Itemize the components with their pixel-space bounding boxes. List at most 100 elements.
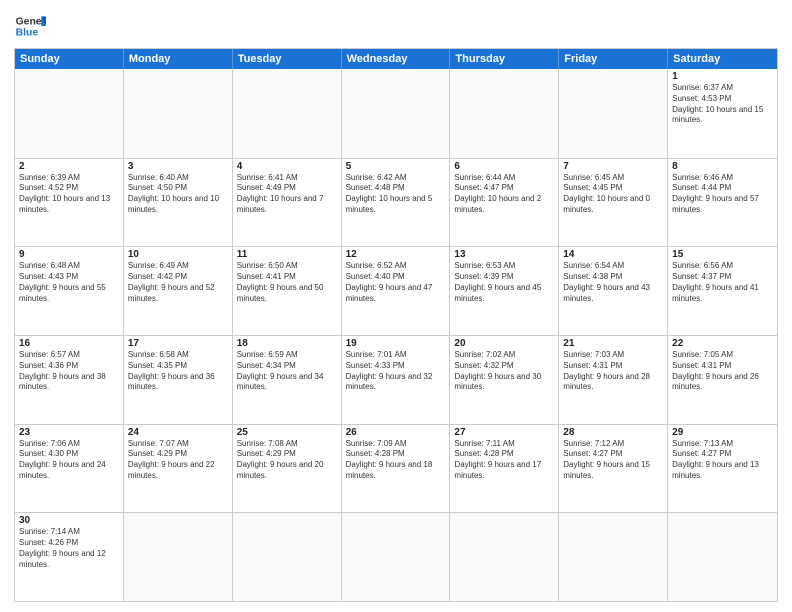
day-number: 14 [563, 249, 663, 260]
calendar-cell: 27Sunrise: 7:11 AMSunset: 4:28 PMDayligh… [450, 425, 559, 513]
calendar-cell: 14Sunrise: 6:54 AMSunset: 4:38 PMDayligh… [559, 247, 668, 335]
calendar-cell: 10Sunrise: 6:49 AMSunset: 4:42 PMDayligh… [124, 247, 233, 335]
calendar-cell: 20Sunrise: 7:02 AMSunset: 4:32 PMDayligh… [450, 336, 559, 424]
day-number: 23 [19, 427, 119, 438]
calendar-row-0: 1Sunrise: 6:37 AMSunset: 4:53 PMDaylight… [15, 69, 777, 158]
header-cell-sunday: Sunday [15, 49, 124, 69]
calendar-row-3: 16Sunrise: 6:57 AMSunset: 4:36 PMDayligh… [15, 335, 777, 424]
day-number: 13 [454, 249, 554, 260]
sun-info: Sunrise: 6:53 AMSunset: 4:39 PMDaylight:… [454, 261, 554, 304]
day-number: 10 [128, 249, 228, 260]
calendar-cell: 26Sunrise: 7:09 AMSunset: 4:28 PMDayligh… [342, 425, 451, 513]
header-cell-saturday: Saturday [668, 49, 777, 69]
calendar-cell: 28Sunrise: 7:12 AMSunset: 4:27 PMDayligh… [559, 425, 668, 513]
sun-info: Sunrise: 7:12 AMSunset: 4:27 PMDaylight:… [563, 439, 663, 482]
day-number: 17 [128, 338, 228, 349]
logo: General Blue [14, 10, 46, 42]
calendar-row-1: 2Sunrise: 6:39 AMSunset: 4:52 PMDaylight… [15, 158, 777, 247]
calendar-cell: 15Sunrise: 6:56 AMSunset: 4:37 PMDayligh… [668, 247, 777, 335]
header-cell-monday: Monday [124, 49, 233, 69]
sun-info: Sunrise: 7:14 AMSunset: 4:26 PMDaylight:… [19, 527, 119, 570]
calendar-cell [668, 513, 777, 601]
calendar-row-2: 9Sunrise: 6:48 AMSunset: 4:43 PMDaylight… [15, 246, 777, 335]
calendar-header: SundayMondayTuesdayWednesdayThursdayFrid… [15, 49, 777, 69]
day-number: 28 [563, 427, 663, 438]
sun-info: Sunrise: 6:37 AMSunset: 4:53 PMDaylight:… [672, 83, 773, 126]
day-number: 5 [346, 161, 446, 172]
day-number: 16 [19, 338, 119, 349]
day-number: 12 [346, 249, 446, 260]
day-number: 9 [19, 249, 119, 260]
sun-info: Sunrise: 7:05 AMSunset: 4:31 PMDaylight:… [672, 350, 773, 393]
day-number: 3 [128, 161, 228, 172]
calendar-cell [559, 513, 668, 601]
sun-info: Sunrise: 6:41 AMSunset: 4:49 PMDaylight:… [237, 173, 337, 216]
sun-info: Sunrise: 7:06 AMSunset: 4:30 PMDaylight:… [19, 439, 119, 482]
calendar-cell: 18Sunrise: 6:59 AMSunset: 4:34 PMDayligh… [233, 336, 342, 424]
calendar-cell: 30Sunrise: 7:14 AMSunset: 4:26 PMDayligh… [15, 513, 124, 601]
calendar-cell: 29Sunrise: 7:13 AMSunset: 4:27 PMDayligh… [668, 425, 777, 513]
calendar: SundayMondayTuesdayWednesdayThursdayFrid… [14, 48, 778, 602]
sun-info: Sunrise: 7:11 AMSunset: 4:28 PMDaylight:… [454, 439, 554, 482]
calendar-cell [15, 69, 124, 158]
day-number: 7 [563, 161, 663, 172]
sun-info: Sunrise: 7:07 AMSunset: 4:29 PMDaylight:… [128, 439, 228, 482]
calendar-row-5: 30Sunrise: 7:14 AMSunset: 4:26 PMDayligh… [15, 512, 777, 601]
header-cell-friday: Friday [559, 49, 668, 69]
calendar-cell [450, 513, 559, 601]
calendar-cell [342, 513, 451, 601]
calendar-cell: 11Sunrise: 6:50 AMSunset: 4:41 PMDayligh… [233, 247, 342, 335]
day-number: 30 [19, 515, 119, 526]
day-number: 21 [563, 338, 663, 349]
calendar-cell: 4Sunrise: 6:41 AMSunset: 4:49 PMDaylight… [233, 159, 342, 247]
day-number: 25 [237, 427, 337, 438]
calendar-cell: 13Sunrise: 6:53 AMSunset: 4:39 PMDayligh… [450, 247, 559, 335]
calendar-cell: 24Sunrise: 7:07 AMSunset: 4:29 PMDayligh… [124, 425, 233, 513]
sun-info: Sunrise: 6:39 AMSunset: 4:52 PMDaylight:… [19, 173, 119, 216]
day-number: 26 [346, 427, 446, 438]
calendar-cell [233, 69, 342, 158]
calendar-row-4: 23Sunrise: 7:06 AMSunset: 4:30 PMDayligh… [15, 424, 777, 513]
calendar-cell: 19Sunrise: 7:01 AMSunset: 4:33 PMDayligh… [342, 336, 451, 424]
calendar-cell: 17Sunrise: 6:58 AMSunset: 4:35 PMDayligh… [124, 336, 233, 424]
sun-info: Sunrise: 6:59 AMSunset: 4:34 PMDaylight:… [237, 350, 337, 393]
calendar-cell: 22Sunrise: 7:05 AMSunset: 4:31 PMDayligh… [668, 336, 777, 424]
day-number: 20 [454, 338, 554, 349]
calendar-cell [233, 513, 342, 601]
calendar-cell: 12Sunrise: 6:52 AMSunset: 4:40 PMDayligh… [342, 247, 451, 335]
header-cell-tuesday: Tuesday [233, 49, 342, 69]
calendar-cell: 1Sunrise: 6:37 AMSunset: 4:53 PMDaylight… [668, 69, 777, 158]
calendar-body: 1Sunrise: 6:37 AMSunset: 4:53 PMDaylight… [15, 69, 777, 601]
sun-info: Sunrise: 7:02 AMSunset: 4:32 PMDaylight:… [454, 350, 554, 393]
sun-info: Sunrise: 6:49 AMSunset: 4:42 PMDaylight:… [128, 261, 228, 304]
header: General Blue [14, 10, 778, 42]
day-number: 8 [672, 161, 773, 172]
sun-info: Sunrise: 7:01 AMSunset: 4:33 PMDaylight:… [346, 350, 446, 393]
day-number: 18 [237, 338, 337, 349]
day-number: 1 [672, 71, 773, 82]
calendar-cell: 23Sunrise: 7:06 AMSunset: 4:30 PMDayligh… [15, 425, 124, 513]
calendar-cell: 16Sunrise: 6:57 AMSunset: 4:36 PMDayligh… [15, 336, 124, 424]
sun-info: Sunrise: 6:45 AMSunset: 4:45 PMDaylight:… [563, 173, 663, 216]
day-number: 15 [672, 249, 773, 260]
calendar-cell: 25Sunrise: 7:08 AMSunset: 4:29 PMDayligh… [233, 425, 342, 513]
calendar-cell [450, 69, 559, 158]
day-number: 6 [454, 161, 554, 172]
header-cell-thursday: Thursday [450, 49, 559, 69]
day-number: 4 [237, 161, 337, 172]
calendar-cell [124, 69, 233, 158]
calendar-cell [342, 69, 451, 158]
calendar-cell: 2Sunrise: 6:39 AMSunset: 4:52 PMDaylight… [15, 159, 124, 247]
svg-text:Blue: Blue [16, 28, 39, 39]
day-number: 2 [19, 161, 119, 172]
sun-info: Sunrise: 7:13 AMSunset: 4:27 PMDaylight:… [672, 439, 773, 482]
calendar-cell: 3Sunrise: 6:40 AMSunset: 4:50 PMDaylight… [124, 159, 233, 247]
header-cell-wednesday: Wednesday [342, 49, 451, 69]
sun-info: Sunrise: 6:44 AMSunset: 4:47 PMDaylight:… [454, 173, 554, 216]
day-number: 24 [128, 427, 228, 438]
sun-info: Sunrise: 6:54 AMSunset: 4:38 PMDaylight:… [563, 261, 663, 304]
calendar-cell [559, 69, 668, 158]
calendar-cell [124, 513, 233, 601]
sun-info: Sunrise: 6:50 AMSunset: 4:41 PMDaylight:… [237, 261, 337, 304]
day-number: 22 [672, 338, 773, 349]
